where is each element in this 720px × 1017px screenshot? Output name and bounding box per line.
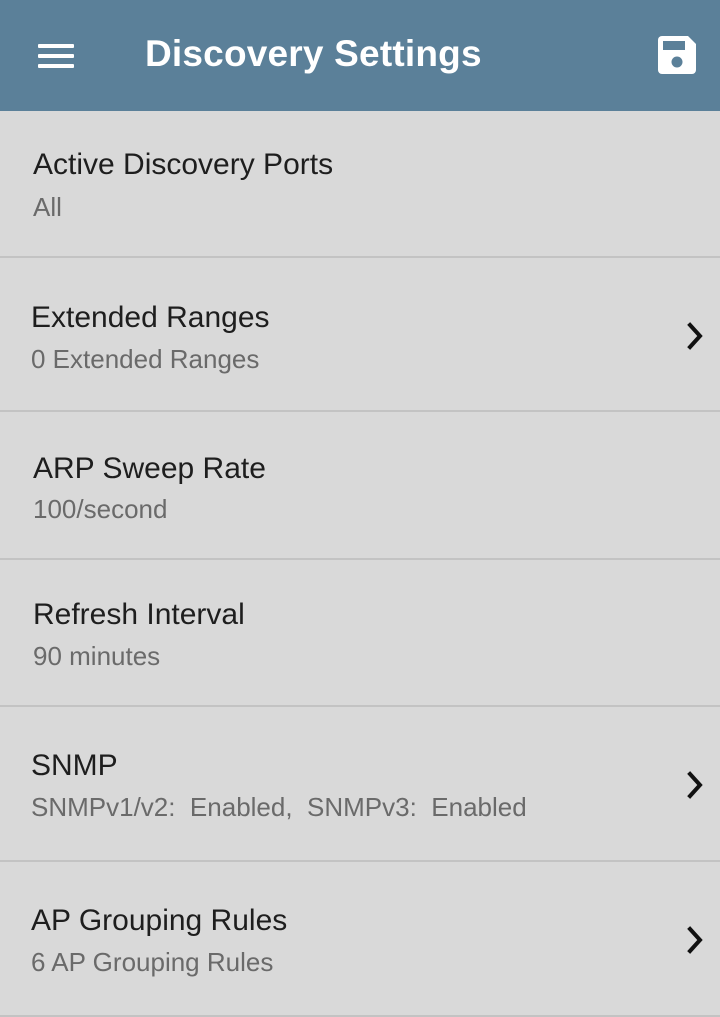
hamburger-menu-icon [38, 41, 74, 71]
setting-ap-grouping-rules[interactable]: AP Grouping Rules 6 AP Grouping Rules [0, 862, 720, 1017]
menu-button[interactable] [24, 28, 88, 84]
floppy-disk-save-icon [658, 36, 696, 74]
setting-value: 100/second [33, 494, 168, 524]
settings-list: Active Discovery Ports All Extended Rang… [0, 111, 720, 1017]
app-bar: Discovery Settings [0, 0, 720, 111]
chevron-right-icon [687, 322, 703, 350]
setting-label: SNMP [31, 749, 118, 782]
setting-snmp[interactable]: SNMP SNMPv1/v2: Enabled, SNMPv3: Enabled [0, 707, 720, 862]
page-title: Discovery Settings [145, 33, 482, 74]
save-button[interactable] [652, 30, 702, 80]
setting-value: All [33, 192, 62, 222]
setting-arp-sweep-rate[interactable]: ARP Sweep Rate 100/second [0, 412, 720, 560]
chevron-right-icon [687, 771, 703, 799]
chevron-right-icon [687, 926, 703, 954]
setting-value: 0 Extended Ranges [31, 344, 260, 374]
setting-label: ARP Sweep Rate [33, 452, 266, 485]
setting-value: 6 AP Grouping Rules [31, 947, 274, 977]
setting-label: Refresh Interval [33, 598, 245, 631]
setting-value: SNMPv1/v2: Enabled, SNMPv3: Enabled [31, 792, 527, 822]
setting-label: Active Discovery Ports [33, 148, 334, 181]
setting-label: AP Grouping Rules [31, 904, 288, 937]
setting-extended-ranges[interactable]: Extended Ranges 0 Extended Ranges [0, 258, 720, 412]
setting-refresh-interval[interactable]: Refresh Interval 90 minutes [0, 560, 720, 707]
setting-active-discovery-ports[interactable]: Active Discovery Ports All [0, 111, 720, 258]
setting-value: 90 minutes [33, 641, 161, 671]
setting-label: Extended Ranges [31, 301, 270, 334]
